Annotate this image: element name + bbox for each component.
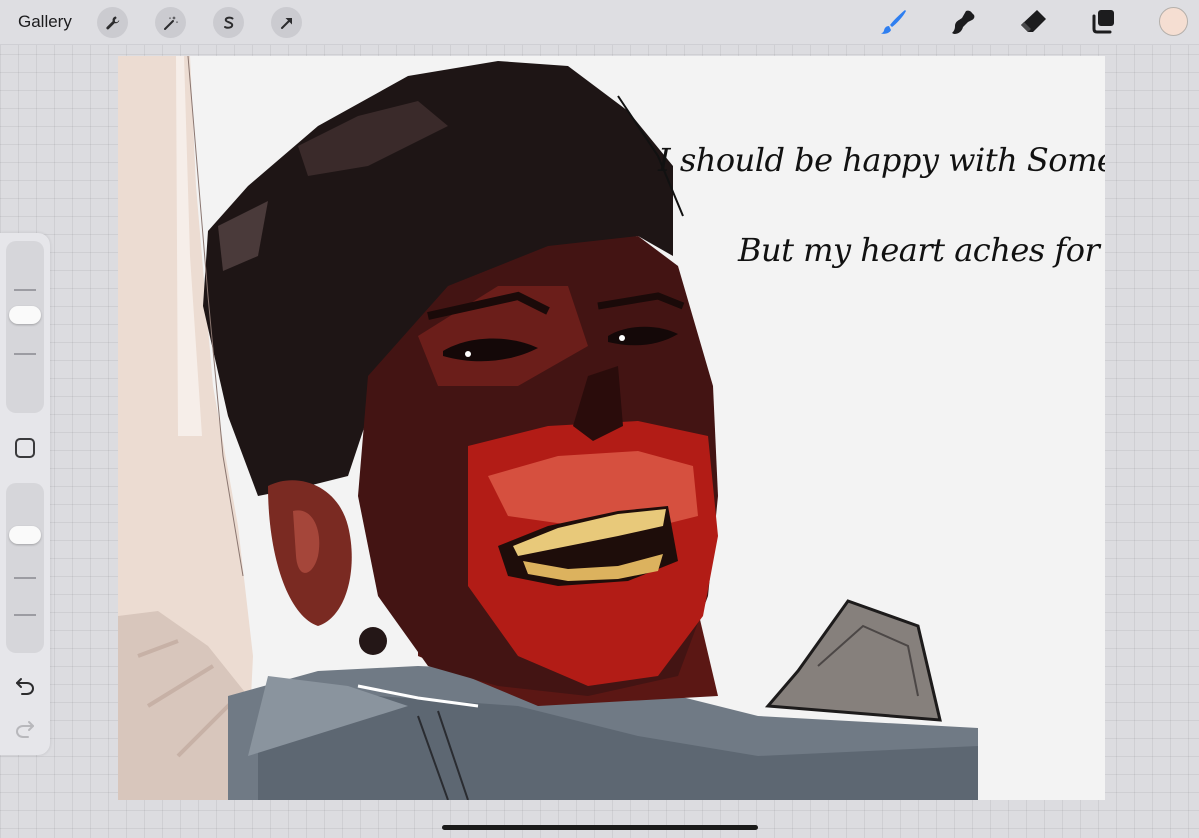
eraser-tool-button[interactable] bbox=[1018, 7, 1048, 37]
brush-size-slider[interactable] bbox=[6, 241, 44, 413]
adjustments-button[interactable] bbox=[155, 7, 186, 38]
magic-wand-icon bbox=[163, 15, 178, 30]
smudge-icon bbox=[952, 10, 975, 34]
eraser-icon bbox=[1021, 10, 1046, 32]
opacity-slider[interactable] bbox=[6, 483, 44, 653]
opacity-thumb[interactable] bbox=[9, 525, 41, 544]
layers-icon bbox=[1092, 10, 1114, 34]
transform-button[interactable] bbox=[271, 7, 302, 38]
redo-icon bbox=[15, 721, 34, 738]
drawing-canvas[interactable]: I should be happy with Someone New But m… bbox=[118, 56, 1105, 800]
undo-button[interactable] bbox=[13, 675, 37, 697]
smudge-tool-button[interactable] bbox=[948, 7, 978, 37]
slider-tick bbox=[14, 289, 36, 291]
redo-button[interactable] bbox=[13, 718, 37, 740]
handwritten-caption-line-1: I should be happy with Someone New bbox=[658, 141, 1105, 179]
brush-tool-button[interactable] bbox=[878, 7, 908, 37]
slider-tick bbox=[14, 614, 36, 616]
modify-button[interactable] bbox=[15, 438, 35, 458]
top-toolbar: Gallery bbox=[0, 0, 1199, 45]
transform-arrow-icon bbox=[280, 17, 292, 29]
home-indicator[interactable] bbox=[442, 825, 758, 830]
actions-button[interactable] bbox=[97, 7, 128, 38]
slider-tick bbox=[14, 577, 36, 579]
undo-icon bbox=[16, 678, 35, 695]
layers-button[interactable] bbox=[1089, 7, 1119, 37]
selection-icon bbox=[223, 16, 233, 29]
selection-button[interactable] bbox=[213, 7, 244, 38]
slider-tick bbox=[14, 353, 36, 355]
handwritten-caption-line-2: But my heart aches for u bbox=[738, 231, 1105, 269]
brush-icon bbox=[881, 10, 906, 34]
brush-size-thumb[interactable] bbox=[9, 305, 41, 324]
sidebar bbox=[0, 233, 50, 755]
wrench-icon bbox=[105, 16, 119, 29]
gallery-button[interactable]: Gallery bbox=[18, 12, 72, 32]
color-picker-button[interactable] bbox=[1159, 7, 1188, 36]
